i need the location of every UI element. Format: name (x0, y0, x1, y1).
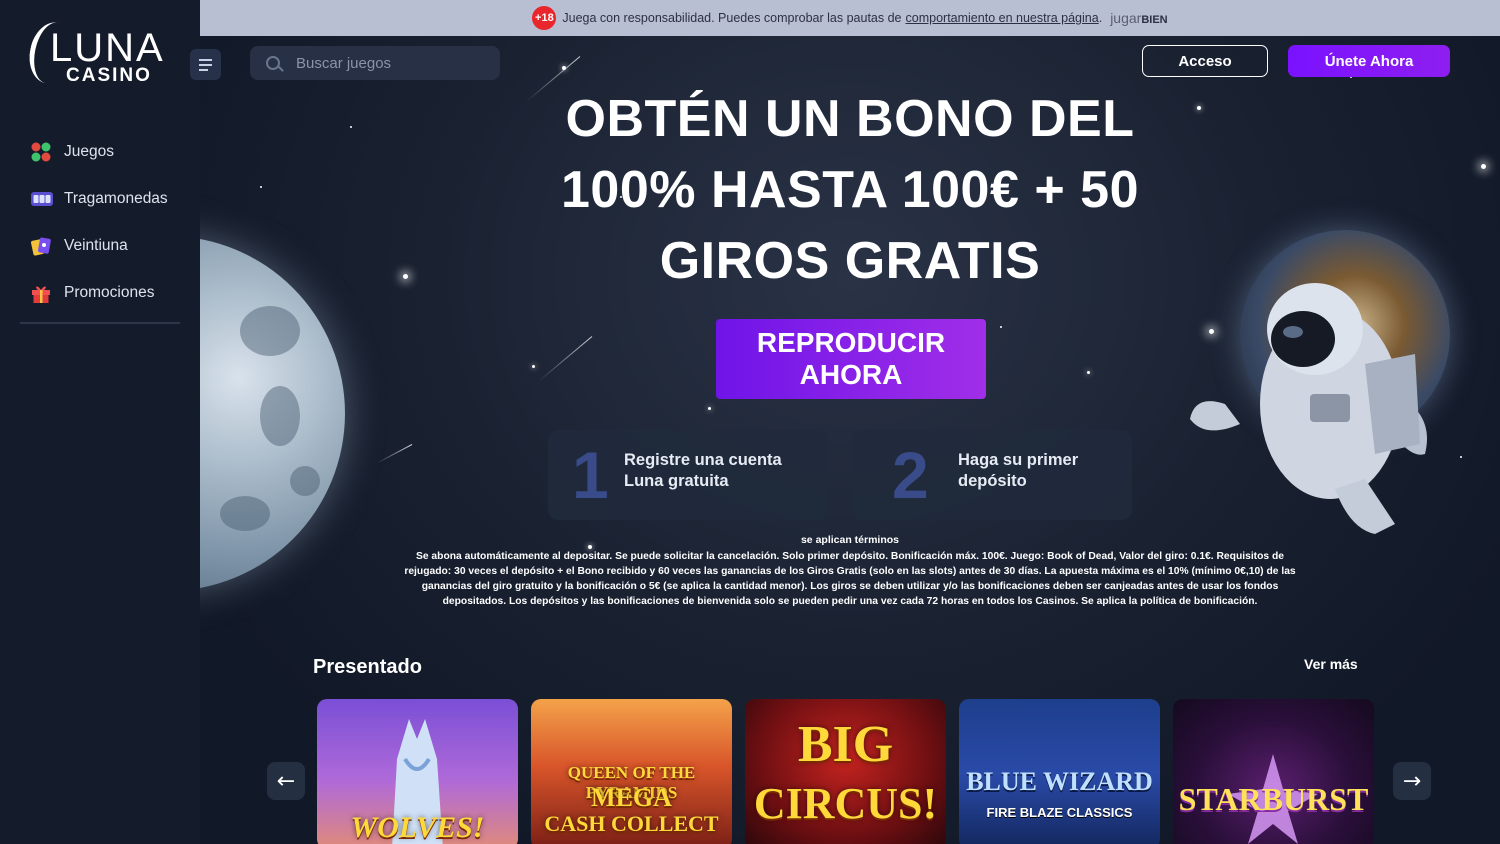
moon-image (200, 236, 345, 591)
luna-casino-logo[interactable]: LUNA CASINO (24, 18, 175, 90)
sidebar-nav: Juegos Tragamonedas Veintiuna Promocione… (30, 128, 195, 316)
star (1000, 326, 1002, 328)
step-number: 2 (892, 438, 929, 512)
game-title: STARBURST (1178, 781, 1369, 817)
sidebar-item-promociones[interactable]: Promociones (30, 269, 195, 316)
sidebar-divider (20, 322, 180, 324)
search-icon (266, 56, 280, 70)
star (260, 186, 262, 188)
game-tile-queen-pyramids[interactable]: QUEEN OF THE PYRAMIDS MEGA CASH COLLECT (531, 699, 732, 844)
game-tile-blue-wizard[interactable]: BLUE WIZARD FIRE BLAZE CLASSICS (959, 699, 1160, 844)
games-icon (30, 141, 52, 163)
hero-banner: Acceso Únete Ahora OBTÉN UN BONO DEL 100… (200, 36, 1500, 844)
slot-machine-icon (30, 188, 53, 210)
step-card-register: 1 Registre una cuenta Luna gratuita (548, 430, 828, 520)
step-text: Registre una cuenta Luna gratuita (624, 451, 782, 490)
search-input[interactable] (296, 54, 486, 72)
sidebar: LUNA CASINO Juegos Tragamonedas Veintiun… (0, 0, 200, 844)
shooting-star (376, 444, 413, 464)
sidebar-item-label: Juegos (64, 142, 114, 160)
shooting-star (538, 336, 593, 382)
star (1460, 456, 1462, 458)
responsible-gaming-bar: +18 Juega con responsabilidad. Puedes co… (200, 0, 1500, 36)
terms-text: Se abona automáticamente al depositar. S… (404, 551, 1296, 607)
sidebar-item-label: Promociones (64, 283, 155, 301)
game-search-bar[interactable] (250, 46, 500, 80)
featured-section-title: Presentado (313, 656, 422, 678)
game-title: WOLVES! (350, 811, 485, 844)
step-card-deposit: 2 Haga su primer depósito (852, 430, 1132, 520)
carousel-prev-button[interactable]: ← (267, 762, 305, 800)
headline-line: OBTÉN UN BONO DEL (565, 90, 1135, 148)
logo-casino-text: CASINO (66, 65, 152, 86)
star (1481, 164, 1486, 169)
step-text: Haga su primer depósito (958, 451, 1079, 490)
hamburger-icon (199, 59, 212, 61)
star (532, 365, 535, 368)
arrow-right-icon: → (1402, 768, 1422, 794)
period-text: . (1098, 11, 1103, 25)
headline-line: 100% HASTA 100€ + 50 (561, 161, 1139, 219)
logo-luna-text: LUNA (50, 26, 165, 70)
star (350, 126, 352, 128)
terms-heading: se aplican términos (800, 534, 900, 546)
step-number: 1 (572, 438, 609, 512)
age-18-badge: +18 (532, 6, 557, 30)
game-tile-big-circus[interactable]: BIG CIRCUS! (745, 699, 946, 844)
arrow-left-icon: ← (276, 768, 296, 794)
game-title: CIRCUS! (753, 779, 938, 828)
cta-label-line: REPRODUCIR (756, 327, 946, 358)
game-title: BIG (797, 716, 894, 773)
hero-headline: OBTÉN UN BONO DEL 100% HASTA 100€ + 50 G… (500, 84, 1200, 297)
join-now-button[interactable]: Únete Ahora (1288, 45, 1450, 77)
play-now-button[interactable]: REPRODUCIR AHORA (716, 319, 986, 399)
cards-icon (30, 235, 52, 257)
menu-toggle-button[interactable] (190, 49, 221, 80)
game-tile-wolves[interactable]: WOLVES! (317, 699, 518, 844)
login-button[interactable]: Acceso (1142, 45, 1268, 77)
game-title: BLUE WIZARD (966, 767, 1153, 796)
star (1087, 371, 1090, 374)
carousel-next-button[interactable]: → (1393, 762, 1431, 800)
responsible-gaming-text: Juega con responsabilidad. Puedes compro… (562, 11, 902, 25)
responsible-gaming-link[interactable]: comportamiento en nuestra página (906, 11, 1099, 25)
starburst-art (1228, 754, 1318, 844)
sidebar-item-label: Tragamonedas (64, 189, 168, 207)
featured-games-carousel: WOLVES! QUEEN OF THE PYRAMIDS MEGA CASH … (317, 699, 1377, 844)
sidebar-item-tragamonedas[interactable]: Tragamonedas (30, 175, 195, 222)
game-title: CASH COLLECT (544, 811, 719, 836)
game-title: MEGA (591, 783, 672, 812)
star (708, 407, 711, 410)
see-more-link[interactable]: Ver más (1304, 656, 1358, 672)
sidebar-item-label: Veintiuna (64, 236, 128, 254)
astronaut-image (1190, 283, 1427, 534)
sidebar-item-veintiuna[interactable]: Veintiuna (30, 222, 195, 269)
game-tile-starburst[interactable]: STARBURST (1173, 699, 1374, 844)
sidebar-item-juegos[interactable]: Juegos (30, 128, 195, 175)
star (403, 274, 408, 279)
game-subtitle: FIRE BLAZE CLASSICS (986, 805, 1133, 820)
headline-line: GIROS GRATIS (659, 232, 1041, 290)
cta-label-line: AHORA (799, 359, 903, 390)
jugarbien-logo[interactable]: jugarBIEN (1110, 10, 1167, 26)
gift-icon (30, 282, 52, 304)
